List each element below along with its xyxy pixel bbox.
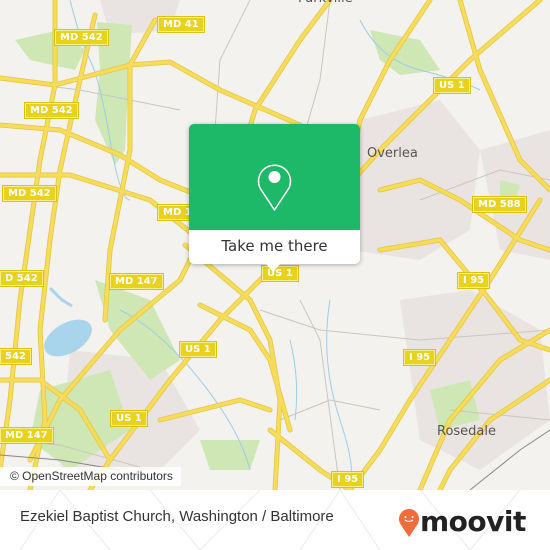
road-shield: MD 542 [54, 29, 109, 46]
road-shield: US 1 [110, 410, 148, 427]
road-shield: MD 588 [472, 196, 527, 213]
place-label-parkville: Parkville [298, 0, 353, 6]
road-shield: MD 41 [157, 16, 205, 33]
map-pin-icon [257, 164, 292, 211]
popup-header [189, 124, 360, 230]
road-shield: I 95 [330, 471, 365, 488]
road-shield: US 1 [433, 77, 471, 94]
place-label-overlea: Overlea [367, 146, 418, 161]
footer-bar: Ezekiel Baptist Church, Washington / Bal… [0, 490, 550, 550]
road-shield: MD 147 [0, 427, 54, 444]
map-attribution[interactable]: © OpenStreetMap contributors [0, 467, 181, 486]
moovit-wordmark: moovit [420, 505, 526, 538]
take-me-there-button[interactable]: Take me there [189, 230, 360, 264]
place-label-rosedale: Rosedale [437, 424, 497, 439]
road-shield: US 1 [179, 341, 217, 358]
location-popup: Take me there [189, 124, 360, 272]
road-shield: I 95 [402, 349, 437, 366]
moovit-pin-icon [399, 509, 419, 537]
road-shield: 542 [0, 348, 32, 365]
map-view[interactable]: MD 542 MD 41 MD 542 MD 542 MD 1 D 542 MD… [0, 0, 550, 490]
road-shield: I 95 [456, 272, 491, 289]
location-title: Ezekiel Baptist Church, Washington / Bal… [20, 508, 334, 525]
road-shield: D 542 [0, 270, 44, 287]
road-shield: MD 147 [109, 273, 164, 290]
popup-pointer [265, 263, 281, 272]
road-shield: MD 542 [24, 102, 79, 119]
road-shield: MD 542 [2, 185, 57, 202]
